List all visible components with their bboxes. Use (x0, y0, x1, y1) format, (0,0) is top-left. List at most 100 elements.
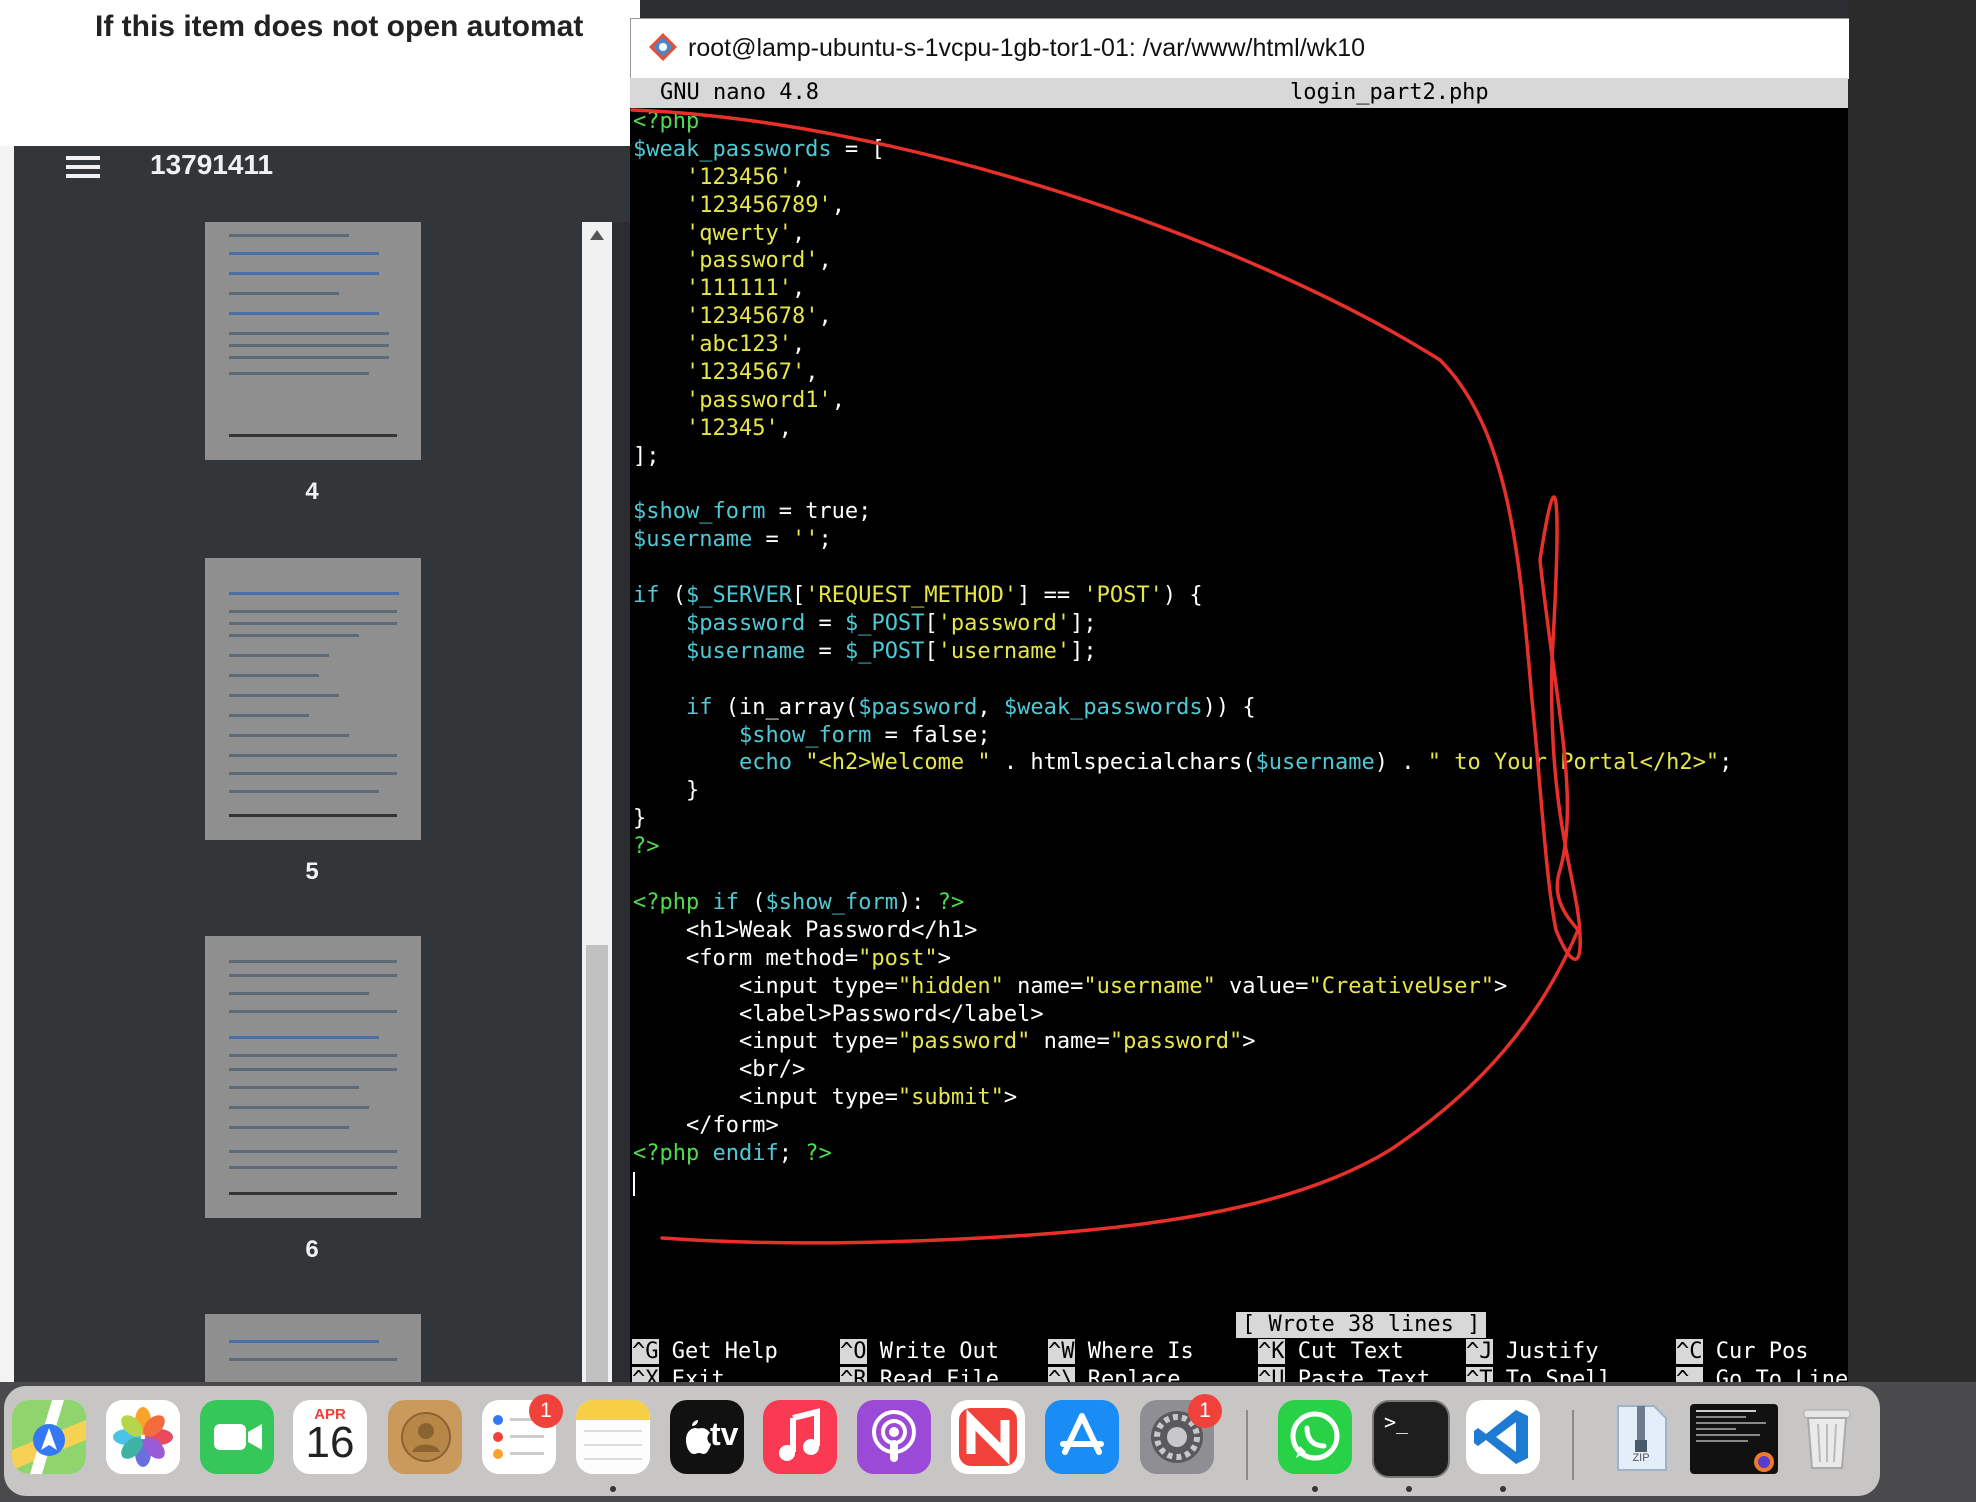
page-number: 5 (305, 858, 319, 885)
code-token: <br/> (633, 1057, 806, 1083)
code-token: if (633, 583, 660, 609)
page-number: 4 (305, 478, 319, 505)
desktop-background (1848, 0, 1976, 1382)
code-token: $_POST (844, 611, 925, 637)
code-line: if ($_SERVER['REQUEST_METHOD'] == 'POST'… (633, 582, 1843, 610)
music-icon[interactable] (763, 1400, 837, 1474)
maps-icon[interactable] (12, 1400, 86, 1474)
nano-shortcut[interactable]: ^K Cut Text (1258, 1338, 1404, 1366)
whatsapp-icon[interactable] (1278, 1400, 1352, 1474)
code-token: ] == (1017, 583, 1084, 609)
code-token: 'REQUEST_METHOD' (805, 583, 1018, 609)
code-token: $username (633, 527, 753, 553)
code-line: <br/> (633, 1056, 1843, 1084)
terminal-icon[interactable]: >_ (1372, 1400, 1450, 1478)
code-token: "CreativeUser" (1308, 973, 1494, 999)
code-token: , (778, 415, 792, 441)
calendar-icon[interactable]: APR 16 (293, 1400, 367, 1474)
code-line: <?php (633, 108, 1843, 136)
scrollbar-thumb[interactable] (586, 945, 608, 1382)
shortcut-key: ^G (632, 1339, 659, 1364)
nano-shortcut[interactable]: ^T To Spell (1466, 1366, 1612, 1382)
page-thumbnail[interactable] (205, 1314, 421, 1382)
code-token: name= (1003, 973, 1084, 999)
vscode-icon[interactable] (1466, 1400, 1540, 1474)
nano-shortcut[interactable]: ^C Cur Pos (1676, 1338, 1808, 1366)
nano-shortcut[interactable]: ^U Paste Text (1258, 1366, 1430, 1382)
facetime-icon[interactable] (200, 1400, 274, 1474)
code-token: "username" (1083, 973, 1216, 999)
code-token: value= (1215, 973, 1309, 999)
download-banner-text: If this item does not open automat (95, 10, 584, 43)
shortcut-key: ^_ (1676, 1367, 1703, 1382)
code-token: , (818, 304, 832, 330)
shortcut-label: Paste Text (1284, 1367, 1431, 1382)
window-edge (0, 146, 14, 1386)
nano-shortcut[interactable]: ^W Where Is (1048, 1338, 1194, 1366)
code-token: = [ (831, 136, 885, 162)
notes-icon[interactable] (576, 1400, 650, 1474)
nano-shortcut[interactable]: ^X Exit (632, 1366, 725, 1382)
code-line: ?> (633, 833, 1843, 861)
code-line: $weak_passwords = [ (633, 136, 1843, 164)
photos-icon[interactable] (106, 1400, 180, 1474)
page-thumbnail[interactable] (205, 222, 421, 460)
code-line: '123456', (633, 164, 1843, 192)
code-token: 'abc123' (685, 332, 792, 358)
code-token: ?> (633, 834, 660, 860)
code-editor[interactable]: <?php $weak_passwords = [ '123456', '1234… (633, 108, 1843, 1168)
shortcut-key: ^K (1258, 1339, 1285, 1364)
code-token: ( (738, 889, 766, 915)
code-line: 'qwerty', (633, 220, 1843, 248)
code-token: ]; (633, 443, 660, 469)
apple-tv-icon[interactable]: tv (670, 1400, 744, 1474)
nano-shortcut[interactable]: ^\ Replace (1048, 1366, 1180, 1382)
nano-shortcut[interactable]: ^R Read File (840, 1366, 999, 1382)
code-token: ) . (1374, 750, 1428, 776)
shortcut-key: ^X (632, 1367, 659, 1382)
code-token: [ (924, 638, 938, 664)
shortcut-label: Get Help (658, 1339, 778, 1364)
code-line: echo "<h2>Welcome " . htmlspecialchars($… (633, 749, 1843, 777)
nano-shortcut[interactable]: ^G Get Help (632, 1338, 778, 1366)
running-indicator (1406, 1486, 1412, 1492)
nano-shortcut[interactable]: ^O Write Out (840, 1338, 999, 1366)
code-line: 'password1', (633, 387, 1843, 415)
app-store-icon[interactable] (1045, 1400, 1119, 1474)
code-token: > (1242, 1029, 1256, 1055)
code-token: $_SERVER (686, 583, 792, 609)
code-token: > (937, 945, 951, 971)
tv-label: tv (710, 1416, 739, 1452)
pdf-document-title: 13791411 (150, 149, 274, 180)
code-token: , (831, 192, 845, 218)
code-token: , (791, 332, 806, 358)
code-line: $show_form = false; (633, 722, 1843, 750)
code-line: } (633, 777, 1843, 805)
contacts-icon[interactable] (388, 1400, 462, 1474)
page-thumbnail[interactable] (205, 936, 421, 1218)
code-token: 'password' (937, 611, 1071, 637)
nano-shortcut[interactable]: ^J Justify (1466, 1338, 1598, 1366)
nano-shortcut[interactable]: ^_ Go To Line (1676, 1366, 1848, 1382)
code-line: <h1>Weak Password</h1> (633, 917, 1843, 945)
page-thumbnail[interactable] (205, 558, 421, 840)
code-line: '12345', (633, 415, 1843, 443)
news-icon[interactable] (951, 1400, 1025, 1474)
reminders-badge: 1 (529, 1394, 563, 1428)
terminal-window-preview-icon[interactable] (1690, 1404, 1778, 1474)
menu-icon[interactable] (66, 152, 100, 178)
scroll-up-arrow-icon[interactable] (590, 230, 604, 240)
zip-archive-icon[interactable]: ZIP (1604, 1400, 1678, 1474)
code-token: "password" (1109, 1029, 1243, 1055)
podcasts-icon[interactable] (857, 1400, 931, 1474)
code-token: $weak_passwords (633, 136, 832, 162)
trash-icon[interactable] (1790, 1400, 1864, 1474)
